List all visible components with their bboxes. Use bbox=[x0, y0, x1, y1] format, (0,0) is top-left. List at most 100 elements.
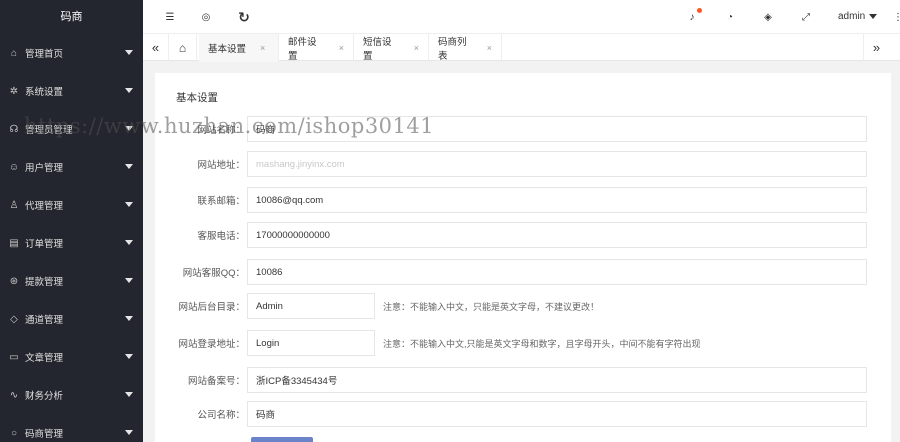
sidebar: 码商 ⌂ 管理首页 ✲ 系统设置 ☊ 管理员管理 ☺ 用户管理 ♙ 代理管理 ▤ 订单管理 ⊛ 提款管理 ◇… bbox=[0, 0, 143, 442]
sidebar-item-label: 管理首页 bbox=[25, 49, 64, 60]
tab[interactable]: 基本设置 × bbox=[199, 34, 279, 62]
tab[interactable]: 邮件设置 × bbox=[279, 34, 354, 62]
sidebar-item-label: 提款管理 bbox=[25, 277, 64, 288]
chevron-down-icon bbox=[125, 278, 133, 283]
sidebar-item[interactable]: ∿ 财务分析 bbox=[0, 376, 143, 414]
tab-bar: « ⌂ 基本设置 × 邮件设置 × 短信设置 × 码商列表 × » bbox=[143, 34, 900, 62]
form-row: 网站登录地址： Login 注意：不能输入中文,只能是英文字母和数字，且字母开头，中… bbox=[155, 330, 701, 356]
field-label: 网站登录地址： bbox=[178, 339, 245, 350]
text-field[interactable]: 10086@qq.com bbox=[247, 187, 867, 213]
tabs-prev-icon[interactable]: « bbox=[143, 34, 169, 61]
chevron-down-icon bbox=[125, 88, 133, 93]
close-icon[interactable]: × bbox=[260, 43, 265, 53]
sidebar-item-label: 管理员管理 bbox=[25, 125, 73, 136]
gear-icon: ✲ bbox=[9, 85, 19, 97]
close-icon[interactable]: × bbox=[487, 43, 492, 53]
chevron-down-icon bbox=[869, 14, 878, 19]
theme-icon[interactable]: ◔ bbox=[723, 10, 737, 24]
text-field[interactable]: mashang.jinyinx.com bbox=[247, 151, 867, 177]
sidebar-item-label: 财务分析 bbox=[25, 391, 64, 402]
chevron-down-icon bbox=[125, 202, 133, 207]
notification-dot bbox=[697, 8, 702, 13]
chevron-down-icon bbox=[125, 50, 133, 55]
sidebar-item-label: 系统设置 bbox=[25, 87, 64, 98]
tab[interactable]: 码商列表 × bbox=[429, 34, 502, 62]
text-field[interactable]: Login bbox=[247, 330, 375, 356]
field-label: 网站备案号： bbox=[187, 376, 245, 387]
tabs-next-icon[interactable]: » bbox=[863, 34, 889, 61]
chevron-down-icon bbox=[125, 164, 133, 169]
sidebar-item[interactable]: ☺ 用户管理 bbox=[0, 148, 143, 186]
field-label: 客服电话： bbox=[197, 231, 245, 242]
user-icon: ☺ bbox=[8, 161, 20, 173]
field-hint: 注意：不能输入中文,只能是英文字母和数字，且字母开头，中间不能有字符出现 bbox=[383, 338, 701, 349]
chevron-down-icon bbox=[125, 354, 133, 359]
chevron-down-icon bbox=[125, 316, 133, 321]
user-menu[interactable]: admin bbox=[838, 11, 878, 22]
order-icon: ▤ bbox=[9, 237, 19, 249]
tab-label: 基本设置 bbox=[208, 43, 247, 55]
sidebar-item-label: 用户管理 bbox=[25, 163, 64, 174]
app-logo: 码商 bbox=[0, 0, 143, 34]
globe-icon[interactable]: ◎ bbox=[199, 10, 213, 24]
sidebar-item[interactable]: ☊ 管理员管理 bbox=[0, 110, 143, 148]
field-label: 网站后台目录： bbox=[178, 302, 245, 313]
username: admin bbox=[838, 11, 866, 22]
sidebar-item-label: 通道管理 bbox=[25, 315, 64, 326]
tabs-home-icon[interactable]: ⌂ bbox=[169, 34, 197, 61]
panel-title: 基本设置 bbox=[176, 92, 218, 104]
submit-button[interactable] bbox=[251, 437, 313, 442]
home-icon: ⌂ bbox=[10, 47, 18, 59]
field-label: 网站地址： bbox=[197, 160, 245, 171]
sidebar-item[interactable]: ⌂ 管理首页 bbox=[0, 34, 143, 72]
bell-icon: ♪ bbox=[689, 11, 695, 23]
text-field[interactable]: 17000000000000 bbox=[247, 222, 867, 248]
close-icon[interactable]: × bbox=[414, 43, 419, 53]
form-row: 联系邮箱： 10086@qq.com bbox=[155, 187, 867, 213]
sidebar-item[interactable]: ▭ 文章管理 bbox=[0, 338, 143, 376]
sidebar-item[interactable]: ○ 码商管理 bbox=[0, 414, 143, 442]
more-icon[interactable]: ⋮ bbox=[891, 10, 900, 24]
field-label: 网站客服QQ： bbox=[182, 268, 245, 279]
field-label: 网站名称： bbox=[197, 125, 245, 136]
sidebar-item[interactable]: ♙ 代理管理 bbox=[0, 186, 143, 224]
circle-icon: ○ bbox=[10, 427, 18, 439]
tab-label: 码商列表 bbox=[438, 36, 467, 62]
chevron-down-icon bbox=[125, 392, 133, 397]
text-field[interactable]: 码商 bbox=[247, 116, 867, 142]
menu-toggle-icon[interactable]: ☰ bbox=[163, 10, 177, 24]
diamond-icon: ◇ bbox=[10, 313, 18, 325]
headset-icon: ☊ bbox=[9, 123, 19, 135]
text-field[interactable]: Admin bbox=[247, 293, 375, 319]
sidebar-item[interactable]: ◇ 通道管理 bbox=[0, 300, 143, 338]
refresh-icon[interactable]: ↻ bbox=[237, 9, 251, 25]
withdraw-icon: ⊛ bbox=[9, 275, 19, 287]
sidebar-item[interactable]: ▤ 订单管理 bbox=[0, 224, 143, 262]
text-field[interactable]: 10086 bbox=[247, 259, 867, 285]
tab-label: 邮件设置 bbox=[288, 36, 317, 62]
field-label: 联系邮箱： bbox=[197, 196, 245, 207]
sidebar-item-label: 订单管理 bbox=[25, 239, 64, 250]
field-label: 公司名称： bbox=[197, 410, 245, 421]
sidebar-item[interactable]: ⊛ 提款管理 bbox=[0, 262, 143, 300]
text-field[interactable]: 浙ICP备3345434号 bbox=[247, 367, 867, 393]
form-row: 网站客服QQ： 10086 bbox=[155, 259, 867, 285]
sidebar-menu: ⌂ 管理首页 ✲ 系统设置 ☊ 管理员管理 ☺ 用户管理 ♙ 代理管理 ▤ 订单管理 ⊛ 提款管理 ◇ 通道管… bbox=[0, 34, 143, 442]
fullscreen-icon[interactable]: ⤢ bbox=[799, 10, 813, 24]
form-row: 网站地址： mashang.jinyinx.com bbox=[155, 151, 867, 177]
form-row: 网站备案号： 浙ICP备3345434号 bbox=[155, 367, 867, 393]
settings-panel: 基本设置 网站名称： 码商 网站地址： mashang.jinyinx.com 联系邮箱… bbox=[155, 73, 891, 442]
close-icon[interactable]: × bbox=[339, 43, 344, 53]
top-header: ☰ ◎ ↻ ♪ ◔ ◈ ⤢ admin ⋮ bbox=[143, 0, 900, 34]
form-row: 公司名称： 码商 bbox=[155, 401, 867, 427]
sidebar-item[interactable]: ✲ 系统设置 bbox=[0, 72, 143, 110]
field-hint: 注意：不能输入中文，只能是英文字母，不建议更改！ bbox=[383, 301, 600, 312]
sidebar-item-label: 代理管理 bbox=[25, 201, 64, 212]
notification-button[interactable]: ♪ bbox=[685, 8, 702, 24]
text-field[interactable]: 码商 bbox=[247, 401, 867, 427]
sidebar-item-label: 码商管理 bbox=[25, 429, 64, 440]
sidebar-item-label: 文章管理 bbox=[25, 353, 64, 364]
agent-icon: ♙ bbox=[9, 199, 19, 211]
tab[interactable]: 短信设置 × bbox=[354, 34, 429, 62]
tag-icon[interactable]: ◈ bbox=[761, 10, 775, 24]
